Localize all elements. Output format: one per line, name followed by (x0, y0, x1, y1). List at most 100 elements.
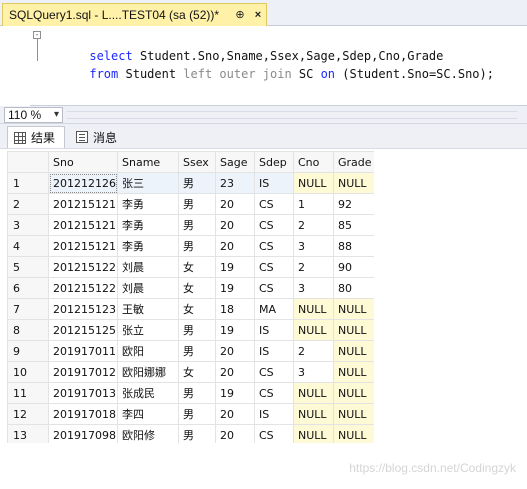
cell-sname[interactable]: 张立 (117, 319, 179, 341)
cell-sname[interactable]: 李勇 (117, 235, 179, 257)
cell-cno[interactable]: 1 (293, 193, 334, 215)
table-row[interactable]: 9 201917011 欧阳男 20 IS 2 NULL (7, 340, 374, 362)
cell-grade[interactable]: NULL (333, 298, 374, 320)
row-number[interactable]: 11 (7, 382, 49, 404)
cell-sname[interactable]: 李勇 (117, 193, 179, 215)
cell-sdep[interactable]: IS (254, 172, 294, 194)
cell-cno[interactable]: NULL (293, 403, 334, 425)
cell-sno[interactable]: 201917098 (48, 424, 118, 443)
cell-sno[interactable]: 201212126 (48, 172, 118, 194)
cell-ssex[interactable]: 女 (178, 361, 216, 383)
row-number[interactable]: 8 (7, 319, 49, 341)
cell-sno[interactable]: 201917018 (48, 403, 118, 425)
cell-sdep[interactable]: CS (254, 277, 294, 299)
column-header-sno[interactable]: Sno (48, 151, 118, 173)
cell-sage[interactable]: 19 (215, 277, 255, 299)
cell-sdep[interactable]: CS (254, 214, 294, 236)
cell-ssex[interactable]: 男 (178, 340, 216, 362)
cell-sname[interactable]: 刘晨 (117, 277, 179, 299)
row-number[interactable]: 6 (7, 277, 49, 299)
close-icon[interactable]: × (251, 8, 265, 22)
cell-sage[interactable]: 20 (215, 193, 255, 215)
cell-sage[interactable]: 20 (215, 361, 255, 383)
chevron-down-icon[interactable]: ▾ (54, 108, 59, 122)
collapse-icon[interactable]: - (33, 31, 41, 39)
column-header-sdep[interactable]: Sdep (254, 151, 294, 173)
cell-sdep[interactable]: IS (254, 403, 294, 425)
pin-icon[interactable]: ⊕ (233, 8, 247, 22)
cell-grade[interactable]: 88 (333, 235, 374, 257)
cell-sage[interactable]: 19 (215, 382, 255, 404)
cell-cno[interactable]: 3 (293, 235, 334, 257)
cell-grade[interactable]: 92 (333, 193, 374, 215)
cell-sdep[interactable]: MA (254, 298, 294, 320)
table-row[interactable]: 8 201215125 张立男 19 IS NULL NULL (7, 319, 374, 341)
table-row[interactable]: 5 201215122 刘晨女 19 CS 2 90 (7, 256, 374, 278)
cell-sname[interactable]: 欧阳修 (117, 424, 179, 443)
cell-cno[interactable]: NULL (293, 172, 334, 194)
cell-sname[interactable]: 李勇 (117, 214, 179, 236)
cell-ssex[interactable]: 男 (178, 193, 216, 215)
sql-query-tab[interactable]: SQLQuery1.sql - L....TEST04 (sa (52))* ⊕… (2, 3, 267, 26)
cell-cno[interactable]: NULL (293, 382, 334, 404)
cell-grade[interactable]: NULL (333, 424, 374, 443)
cell-ssex[interactable]: 男 (178, 424, 216, 443)
cell-sdep[interactable]: CS (254, 382, 294, 404)
cell-ssex[interactable]: 男 (178, 382, 216, 404)
cell-cno[interactable]: NULL (293, 298, 334, 320)
column-header-cno[interactable]: Cno (293, 151, 334, 173)
cell-ssex[interactable]: 男 (178, 172, 216, 194)
cell-sdep[interactable]: CS (254, 424, 294, 443)
cell-sno[interactable]: 201215121 (48, 193, 118, 215)
cell-sno[interactable]: 201215122 (48, 277, 118, 299)
table-row[interactable]: 3 201215121 李勇男 20 CS 2 85 (7, 214, 374, 236)
cell-ssex[interactable]: 女 (178, 298, 216, 320)
cell-grade[interactable]: NULL (333, 361, 374, 383)
cell-sdep[interactable]: CS (254, 361, 294, 383)
column-header-sage[interactable]: Sage (215, 151, 255, 173)
cell-ssex[interactable]: 女 (178, 256, 216, 278)
table-row[interactable]: 6 201215122 刘晨女 19 CS 3 80 (7, 277, 374, 299)
row-number[interactable]: 7 (7, 298, 49, 320)
row-number[interactable]: 1 (7, 172, 49, 194)
cell-sage[interactable]: 20 (215, 424, 255, 443)
cell-ssex[interactable]: 男 (178, 319, 216, 341)
cell-sno[interactable]: 201215121 (48, 214, 118, 236)
cell-cno[interactable]: 2 (293, 340, 334, 362)
cell-grade[interactable]: NULL (333, 382, 374, 404)
cell-sname[interactable]: 刘晨 (117, 256, 179, 278)
table-row[interactable]: 1 201212126 张三男 23 IS NULL NULL (7, 172, 374, 194)
row-number[interactable]: 2 (7, 193, 49, 215)
row-number[interactable]: 13 (7, 424, 49, 443)
tab-results[interactable]: 结果 (7, 126, 65, 148)
cell-sno[interactable]: 201215125 (48, 319, 118, 341)
zoom-level-select[interactable]: 110 % ▾ (4, 107, 63, 123)
table-row[interactable]: 10 201917012 欧阳娜娜女 20 CS 3 NULL (7, 361, 374, 383)
cell-sno[interactable]: 201215123 (48, 298, 118, 320)
cell-sno[interactable]: 201917013 (48, 382, 118, 404)
table-row[interactable]: 12 201917018 李四男 20 IS NULL NULL (7, 403, 374, 425)
cell-cno[interactable]: 3 (293, 277, 334, 299)
sql-editor[interactable]: - select Student.Sno,Sname,Ssex,Sage,Sde… (0, 26, 527, 106)
cell-sage[interactable]: 20 (215, 340, 255, 362)
cell-sage[interactable]: 23 (215, 172, 255, 194)
table-row[interactable]: 7 201215123 王敏女 18 MA NULL NULL (7, 298, 374, 320)
cell-grade[interactable]: 85 (333, 214, 374, 236)
cell-ssex[interactable]: 男 (178, 235, 216, 257)
cell-grade[interactable]: NULL (333, 172, 374, 194)
row-number[interactable]: 9 (7, 340, 49, 362)
cell-cno[interactable]: NULL (293, 424, 334, 443)
cell-sname[interactable]: 张成民 (117, 382, 179, 404)
cell-grade[interactable]: 80 (333, 277, 374, 299)
cell-grade[interactable]: NULL (333, 340, 374, 362)
row-number[interactable]: 10 (7, 361, 49, 383)
cell-grade[interactable]: NULL (333, 319, 374, 341)
column-header-ssex[interactable]: Ssex (178, 151, 216, 173)
cell-sdep[interactable]: CS (254, 193, 294, 215)
cell-cno[interactable]: 2 (293, 214, 334, 236)
cell-sno[interactable]: 201215122 (48, 256, 118, 278)
cell-cno[interactable]: 3 (293, 361, 334, 383)
cell-grade[interactable]: NULL (333, 403, 374, 425)
column-header-grade[interactable]: Grade (333, 151, 374, 173)
table-row[interactable]: 2 201215121 李勇男 20 CS 1 92 (7, 193, 374, 215)
